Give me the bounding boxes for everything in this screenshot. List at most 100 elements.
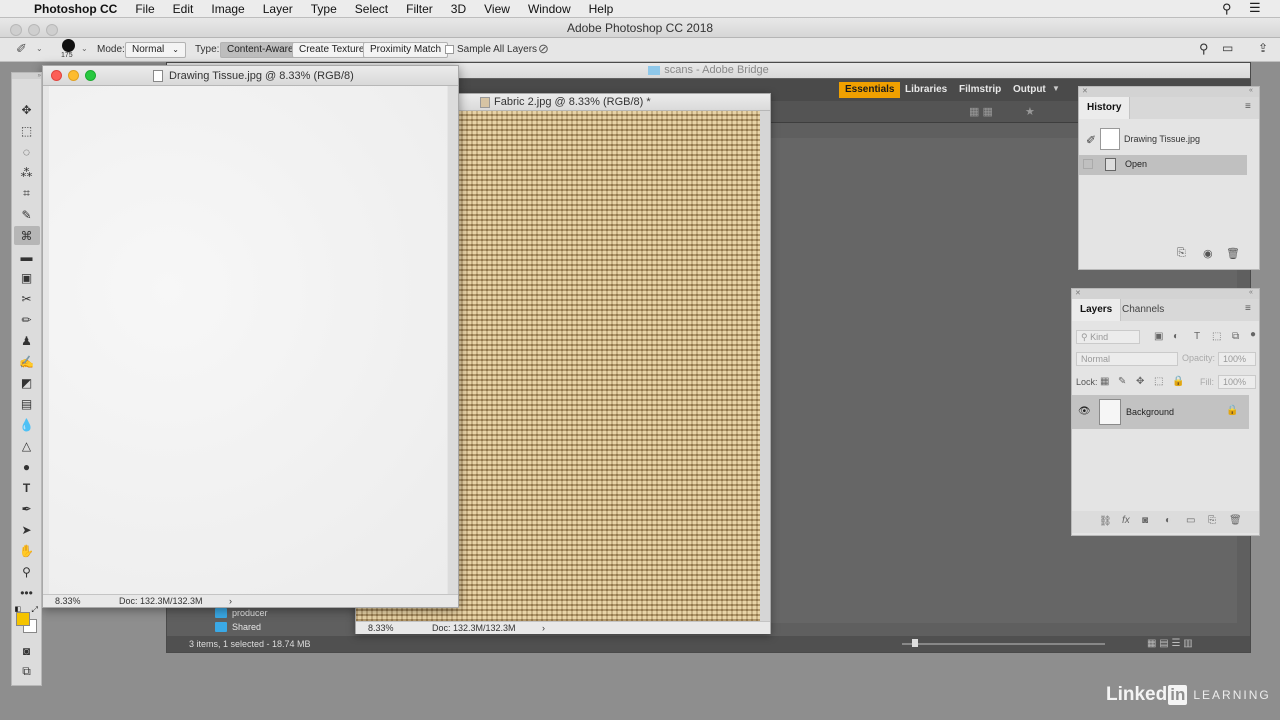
trash-icon[interactable]: 🗑 bbox=[1229, 515, 1242, 526]
sharpen-tool-icon[interactable]: △ bbox=[14, 436, 40, 455]
drawing-zoom[interactable]: 8.33% bbox=[55, 595, 81, 608]
fx-icon[interactable]: fx bbox=[1122, 515, 1130, 526]
vertical-scrollbar[interactable] bbox=[760, 111, 770, 621]
lock-all-icon[interactable]: 🔒 bbox=[1172, 376, 1184, 387]
lock-artboard-icon[interactable]: ⬚ bbox=[1154, 376, 1163, 387]
frame-tool-icon[interactable]: ▣ bbox=[14, 268, 40, 287]
collapse-icon[interactable]: « bbox=[1249, 87, 1253, 94]
crop-tool-icon[interactable]: ⌗ bbox=[14, 184, 40, 203]
dodge-tool-icon[interactable]: ● bbox=[14, 457, 40, 476]
menu-view[interactable]: View bbox=[475, 2, 519, 16]
pixel-filter-icon[interactable]: ▣ bbox=[1154, 331, 1163, 342]
sample-all-layers-checkbox[interactable] bbox=[445, 45, 454, 54]
content-aware-button[interactable]: Content-Aware bbox=[220, 42, 301, 58]
magic-wand-tool-icon[interactable]: ⁂ bbox=[14, 163, 40, 182]
type-tool-icon[interactable]: T bbox=[14, 478, 40, 497]
history-state-open[interactable]: Open bbox=[1079, 155, 1247, 175]
path-selection-tool-icon[interactable]: ➤ bbox=[14, 520, 40, 539]
star-rating-icon[interactable]: ★ bbox=[1025, 105, 1035, 118]
lock-image-icon[interactable]: ✎ bbox=[1118, 376, 1126, 387]
proximity-match-button[interactable]: Proximity Match bbox=[363, 42, 449, 58]
history-brush-source-icon[interactable]: ✐ bbox=[1086, 133, 1096, 147]
spotlight-search-icon[interactable]: ⚲ bbox=[1222, 1, 1232, 17]
menu-select[interactable]: Select bbox=[346, 2, 397, 16]
quick-mask-icon[interactable]: ◙ bbox=[14, 641, 40, 660]
swap-colors-icon[interactable]: ⤢ bbox=[32, 605, 38, 615]
tab-history[interactable]: History bbox=[1079, 97, 1131, 119]
folder-shared[interactable]: Shared bbox=[215, 622, 261, 632]
brush-tool-icon[interactable]: ✏ bbox=[14, 310, 40, 329]
notification-list-icon[interactable]: ☰ bbox=[1249, 0, 1261, 16]
panel-menu-icon[interactable]: ≡ bbox=[1245, 303, 1251, 314]
patch-tool-icon[interactable]: ⌘ bbox=[13, 226, 40, 245]
blur-tool-icon[interactable]: 💧 bbox=[14, 415, 40, 434]
move-tool-icon[interactable]: ✥ bbox=[14, 100, 40, 119]
close-icon[interactable]: ✕ bbox=[1075, 289, 1081, 297]
view-grid-icon[interactable]: ▦ ▦ bbox=[969, 105, 993, 118]
close-button[interactable] bbox=[51, 70, 62, 81]
trash-icon[interactable]: 🗑 bbox=[1226, 247, 1240, 260]
chevron-down-icon[interactable]: ⌄ bbox=[81, 44, 88, 53]
brush-tip-icon[interactable] bbox=[62, 39, 75, 52]
chevron-right-icon[interactable]: › bbox=[229, 595, 232, 608]
zoom-button[interactable] bbox=[85, 70, 96, 81]
drawing-canvas[interactable] bbox=[49, 86, 447, 594]
adjustment-filter-icon[interactable]: ◐ bbox=[1173, 331, 1179, 342]
menu-layer[interactable]: Layer bbox=[254, 2, 302, 16]
link-layers-icon[interactable]: ⛓ bbox=[1099, 516, 1112, 527]
close-icon[interactable]: ✕ bbox=[1082, 87, 1088, 95]
menu-file[interactable]: File bbox=[126, 2, 163, 16]
opacity-field[interactable]: 100% bbox=[1218, 352, 1256, 366]
marquee-tool-icon[interactable]: ⬚ bbox=[14, 121, 40, 140]
share-icon[interactable]: ⇪ bbox=[1258, 41, 1268, 55]
menu-help[interactable]: Help bbox=[580, 2, 623, 16]
create-texture-button[interactable]: Create Texture bbox=[292, 42, 372, 58]
menu-3d[interactable]: 3D bbox=[442, 2, 475, 16]
new-layer-icon[interactable]: ⎘ bbox=[1208, 515, 1216, 526]
zoom-tool-icon[interactable]: ⚲ bbox=[14, 562, 40, 581]
eyedropper-tool-icon[interactable]: ✎ bbox=[14, 205, 40, 224]
history-brush-tool-icon[interactable]: ✍ bbox=[14, 352, 40, 371]
lasso-tool-icon[interactable]: ◌ bbox=[14, 142, 40, 161]
lock-position-icon[interactable]: ✥ bbox=[1136, 376, 1144, 387]
healing-brush-tool-icon[interactable]: ▬ bbox=[14, 247, 40, 266]
pen-tool-icon[interactable]: ✒ bbox=[14, 499, 40, 518]
pressure-size-icon[interactable]: ⊘ bbox=[538, 41, 549, 57]
workspace-output[interactable]: Output bbox=[1007, 82, 1052, 98]
healing-brush-preset-icon[interactable]: ✐ bbox=[16, 41, 27, 57]
tab-channels[interactable]: Channels bbox=[1114, 299, 1172, 321]
close-button[interactable] bbox=[10, 24, 22, 36]
mode-select[interactable]: Normal ⌄ bbox=[125, 42, 186, 58]
workspace-icon[interactable]: ▭ bbox=[1222, 41, 1233, 55]
hand-tool-icon[interactable]: ✋ bbox=[14, 541, 40, 560]
workspace-filmstrip[interactable]: Filmstrip bbox=[953, 82, 1007, 98]
menu-image[interactable]: Image bbox=[202, 2, 253, 16]
type-filter-icon[interactable]: T bbox=[1194, 331, 1200, 342]
fill-field[interactable]: 100% bbox=[1218, 375, 1256, 389]
lock-transparent-icon[interactable]: ▦ bbox=[1100, 376, 1109, 387]
minimize-button[interactable] bbox=[68, 70, 79, 81]
zoom-button[interactable] bbox=[46, 24, 58, 36]
filter-toggle-icon[interactable]: ● bbox=[1250, 329, 1256, 340]
panel-menu-icon[interactable]: ≡ bbox=[1245, 101, 1251, 112]
chevron-down-icon[interactable]: ▼ bbox=[1052, 84, 1060, 93]
eye-visibility-icon[interactable]: 👁 bbox=[1078, 406, 1091, 417]
fabric-zoom[interactable]: 8.33% bbox=[368, 622, 394, 635]
collapse-icon[interactable]: » bbox=[12, 73, 41, 79]
menu-app[interactable]: Photoshop CC bbox=[25, 2, 126, 16]
thumbnail-size-slider[interactable] bbox=[902, 643, 1105, 645]
menu-type[interactable]: Type bbox=[302, 2, 346, 16]
folder-producer[interactable]: producer bbox=[215, 608, 268, 618]
search-icon[interactable]: ⚲ bbox=[1199, 41, 1209, 57]
more-tools-icon[interactable]: ••• bbox=[14, 583, 40, 602]
view-mode-icons[interactable]: ▦ ▤ ☰ ▥ bbox=[1147, 636, 1193, 652]
content-aware-move-icon[interactable]: ✂ bbox=[14, 289, 40, 308]
layer-mask-icon[interactable]: ◙ bbox=[1142, 515, 1148, 526]
clone-stamp-tool-icon[interactable]: ♟ bbox=[14, 331, 40, 350]
shape-filter-icon[interactable]: ⬚ bbox=[1212, 331, 1221, 342]
eraser-tool-icon[interactable]: ◩ bbox=[14, 373, 40, 392]
adjustment-layer-icon[interactable]: ◐ bbox=[1165, 515, 1171, 526]
gradient-tool-icon[interactable]: ▤ bbox=[14, 394, 40, 413]
blend-mode-select[interactable]: Normal bbox=[1076, 352, 1178, 366]
state-checkbox[interactable] bbox=[1083, 159, 1093, 169]
